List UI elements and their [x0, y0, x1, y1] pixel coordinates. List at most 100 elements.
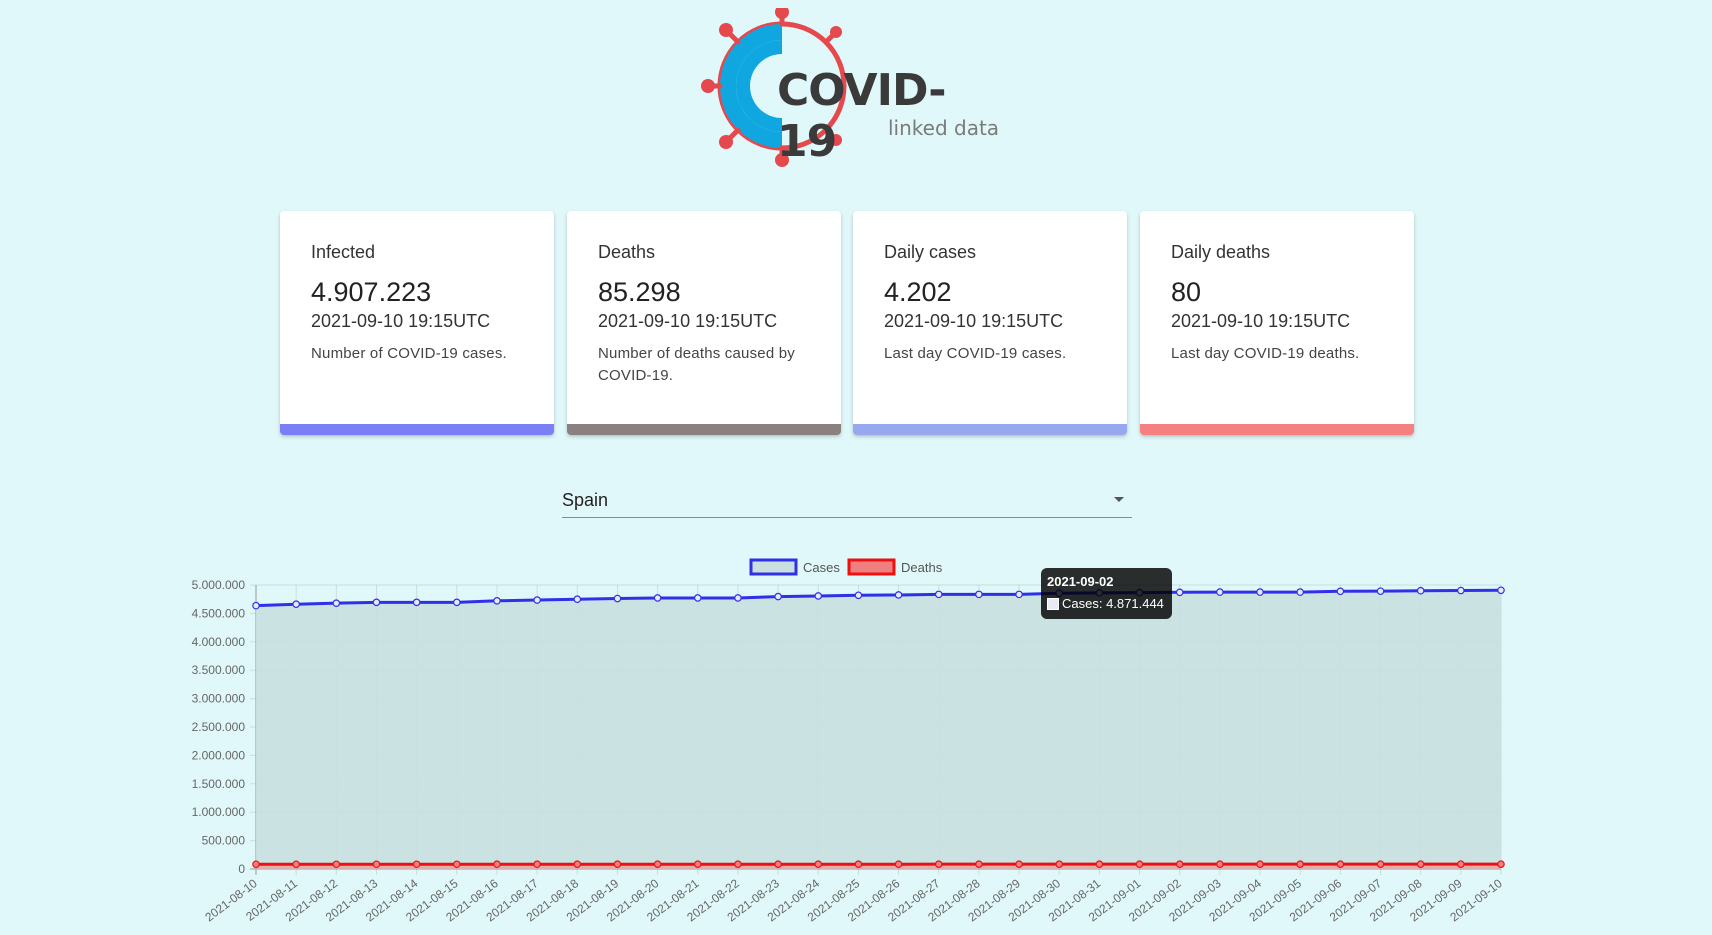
deaths-point: [1055, 860, 1064, 868]
cases-point: [894, 591, 903, 599]
deaths-point: [774, 860, 782, 869]
cases-point: [1216, 588, 1224, 596]
y-tick-label: 5.000.000: [192, 578, 246, 592]
y-tick-label: 2.000.000: [192, 748, 246, 762]
legend-swatch: [749, 558, 798, 576]
tooltip-body: Cases: 4.871.444: [1062, 596, 1164, 611]
cases-point: [493, 596, 501, 605]
deaths-point: [1216, 860, 1224, 868]
card-daily-deaths: Daily deaths 80 2021-09-10 19:15UTC Last…: [1140, 211, 1414, 435]
card-description: Number of deaths caused by COVID-19.: [598, 344, 795, 384]
cases-point: [1296, 588, 1304, 596]
cases-point: [252, 601, 260, 610]
card-title: Deaths: [598, 242, 656, 262]
covid-line-chart: Cases Deaths 0 500.000 1.000.000 1.500.000 2.…: [192, 558, 1505, 924]
deaths-point: [252, 860, 260, 869]
legend-label: Deaths: [901, 560, 943, 575]
deaths-point: [1416, 860, 1425, 868]
cases-point: [1376, 587, 1385, 595]
deaths-point: [894, 860, 903, 868]
chevron-down-icon: [1114, 497, 1124, 502]
country-select[interactable]: Spain: [562, 482, 1132, 518]
card-description: Last day COVID-19 deaths.: [1171, 344, 1360, 362]
logo-subtitle: linked data: [888, 116, 1000, 140]
deaths-point: [1457, 860, 1465, 868]
deaths-point: [332, 860, 341, 869]
tooltip-swatch: [1047, 598, 1059, 610]
deaths-point: [292, 860, 300, 869]
cases-point: [1175, 588, 1184, 597]
card-value: 4.907.223: [311, 276, 432, 307]
cases-point: [1336, 587, 1345, 596]
cases-point: [332, 599, 341, 607]
deaths-point: [453, 860, 461, 869]
covid19-logo: COVID-19 linked data: [700, 8, 1000, 168]
x-axis-ticks: 2021-08-102021-08-112021-08-122021-08-13…: [202, 876, 1505, 924]
legend-swatch: [847, 558, 896, 576]
cases-point: [292, 600, 300, 608]
chart-legend: Cases Deaths: [749, 558, 943, 576]
card-title: Daily deaths: [1171, 242, 1271, 262]
card-value: 4.202: [884, 276, 952, 307]
deaths-point: [854, 860, 863, 868]
card-timestamp: 2021-09-10 19:15UTC: [311, 310, 491, 331]
cases-area: [256, 590, 1501, 869]
tooltip-title: 2021-09-02: [1047, 574, 1114, 589]
deaths-point: [493, 860, 501, 869]
deaths-point: [412, 860, 421, 869]
deaths-point: [653, 860, 662, 869]
cases-point: [1256, 588, 1264, 596]
deaths-point: [975, 860, 983, 868]
deaths-point: [573, 860, 582, 869]
card-timestamp: 2021-09-10 19:15UTC: [884, 310, 1064, 331]
y-tick-label: 500.000: [202, 834, 246, 848]
card-description: Number of COVID-19 cases.: [311, 344, 507, 362]
chart-series: [252, 586, 1505, 869]
card-value: 80: [1171, 276, 1202, 307]
deaths-point: [1497, 860, 1505, 868]
card-description: Last day COVID-19 cases.: [884, 344, 1067, 362]
deaths-point: [1015, 860, 1023, 868]
y-tick-label: 4.000.000: [192, 635, 246, 649]
y-tick-label: 1.000.000: [192, 805, 246, 819]
cases-point: [1497, 586, 1505, 595]
cases-point: [533, 596, 541, 604]
cases-point: [814, 592, 823, 600]
card-timestamp: 2021-09-10 19:15UTC: [598, 310, 778, 331]
deaths-point: [1256, 860, 1264, 868]
deaths-point: [372, 860, 381, 869]
deaths-point: [934, 860, 943, 868]
card-color-bar: [567, 424, 841, 435]
deaths-point: [1336, 860, 1345, 868]
deaths-point: [734, 860, 742, 869]
y-tick-label: 1.500.000: [192, 777, 246, 791]
stats-cards: Infected 4.907.223 2021-09-10 19:15UTC N…: [280, 211, 1416, 435]
cases-point: [1015, 590, 1023, 599]
cases-point: [653, 594, 662, 602]
card-color-bar: [280, 424, 554, 435]
card-title: Daily cases: [884, 242, 977, 262]
deaths-point: [1175, 860, 1184, 868]
cases-point: [693, 594, 702, 602]
legend-label: Cases: [803, 560, 840, 575]
cases-point: [934, 590, 943, 599]
card-color-bar: [853, 424, 1127, 435]
y-tick-label: 2.500.000: [192, 720, 246, 734]
deaths-point: [1095, 860, 1104, 868]
cases-point: [1416, 586, 1425, 595]
cases-point: [613, 594, 622, 603]
y-axis-ticks: 0 500.000 1.000.000 1.500.000 2.000.000 2.500…: [192, 578, 246, 876]
deaths-point: [613, 860, 622, 869]
card-daily-cases: Daily cases 4.202 2021-09-10 19:15UTC La…: [853, 211, 1127, 435]
y-tick-label: 3.500.000: [192, 663, 246, 677]
cases-point: [372, 598, 381, 607]
cases-point: [573, 595, 582, 604]
cases-point: [734, 594, 742, 602]
y-tick-label: 0: [238, 862, 245, 876]
card-value: 85.298: [598, 276, 681, 307]
y-tick-label: 4.500.000: [192, 606, 246, 620]
deaths-point: [1376, 860, 1385, 868]
chart-tooltip: 2021-09-02 Cases: 4.871.444: [1041, 568, 1172, 619]
deaths-point: [693, 860, 702, 869]
country-select-value: Spain: [562, 490, 609, 510]
